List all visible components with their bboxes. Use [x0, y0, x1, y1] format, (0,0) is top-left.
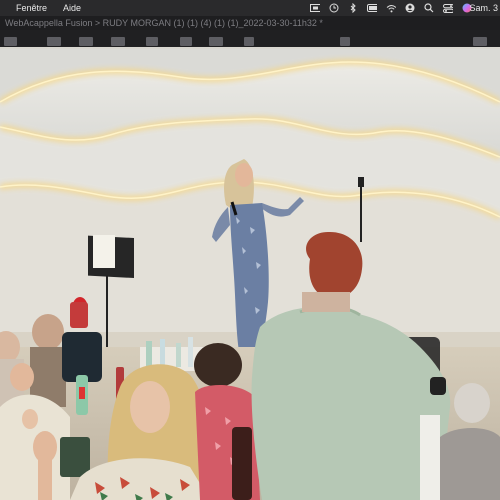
status-icons — [310, 0, 472, 16]
battery-icon[interactable] — [367, 3, 377, 13]
wifi-icon[interactable] — [386, 3, 396, 13]
bluetooth-icon[interactable] — [348, 3, 358, 13]
screen-record-icon[interactable] — [310, 3, 320, 13]
menu-clock[interactable]: Sam. 3 — [469, 0, 498, 16]
video-preview[interactable] — [0, 47, 500, 500]
grid-icon[interactable] — [209, 37, 223, 46]
menu-item-aide[interactable]: Aide — [63, 0, 81, 16]
history-icon[interactable] — [329, 3, 339, 13]
edit-icon[interactable] — [146, 37, 158, 46]
user-icon[interactable] — [405, 3, 415, 13]
panel-icon[interactable] — [473, 37, 487, 46]
list-icon[interactable] — [180, 37, 192, 46]
video-top-edge — [0, 47, 500, 49]
window-title-bar: WebAcappella Fusion > RUDY MORGAN (1) (1… — [0, 16, 500, 30]
control-center-icon[interactable] — [443, 3, 453, 13]
media-icon[interactable] — [79, 37, 93, 46]
toolbar — [0, 30, 500, 47]
audio-icon[interactable] — [244, 37, 254, 46]
sidebar-toggle-icon[interactable] — [4, 37, 17, 46]
scene-illustration — [0, 47, 500, 500]
window-title: WebAcappella Fusion > RUDY MORGAN (1) (1… — [5, 18, 323, 28]
gear-icon[interactable] — [340, 37, 350, 46]
menu-bar: Fenêtre Aide Sam. 3 — [0, 0, 500, 16]
menu-item-fenetre[interactable]: Fenêtre — [16, 0, 47, 16]
clip-icon[interactable] — [111, 37, 125, 46]
search-icon[interactable] — [424, 3, 434, 13]
view-icon[interactable] — [47, 37, 61, 46]
